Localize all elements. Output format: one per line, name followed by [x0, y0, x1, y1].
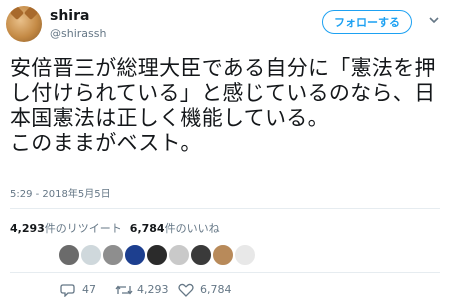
tweet-stats: 4,293件のリツイート 6,784件のいいね — [10, 220, 220, 236]
liker-avatar[interactable] — [58, 244, 80, 266]
liker-avatar[interactable] — [190, 244, 212, 266]
avatar[interactable] — [6, 6, 42, 42]
tweet-actions: 47 4,293 6,784 — [0, 280, 450, 300]
like-stat[interactable]: 6,784件のいいね — [130, 222, 220, 235]
retweet-icon — [115, 285, 133, 295]
reply-count: 47 — [82, 283, 96, 296]
chevron-down-icon[interactable] — [428, 14, 440, 26]
liker-avatar[interactable] — [124, 244, 146, 266]
reply-icon — [60, 284, 75, 297]
like-count: 6,784 — [200, 283, 232, 296]
follow-button[interactable]: フォローする — [322, 10, 412, 34]
retweet-count: 4,293 — [137, 283, 169, 296]
tweet-header: shira @shirassh フォローする — [0, 0, 450, 48]
user-handle[interactable]: @shirassh — [50, 27, 106, 40]
liker-avatar[interactable] — [234, 244, 256, 266]
liker-avatar[interactable] — [146, 244, 168, 266]
display-name[interactable]: shira — [50, 8, 89, 24]
retweet-stat[interactable]: 4,293件のリツイート — [10, 222, 122, 235]
divider — [10, 208, 440, 209]
liker-avatar[interactable] — [168, 244, 190, 266]
liker-avatar[interactable] — [80, 244, 102, 266]
liker-avatar[interactable] — [102, 244, 124, 266]
divider — [10, 272, 440, 273]
tweet-text: 安倍晋三が総理大臣である自分に「憲法を押し付けられている」と感じているのなら、日… — [10, 56, 436, 155]
heart-icon — [178, 283, 194, 297]
tweet-timestamp[interactable]: 5:29 - 2018年5月5日 — [10, 185, 111, 200]
liker-avatar[interactable] — [212, 244, 234, 266]
